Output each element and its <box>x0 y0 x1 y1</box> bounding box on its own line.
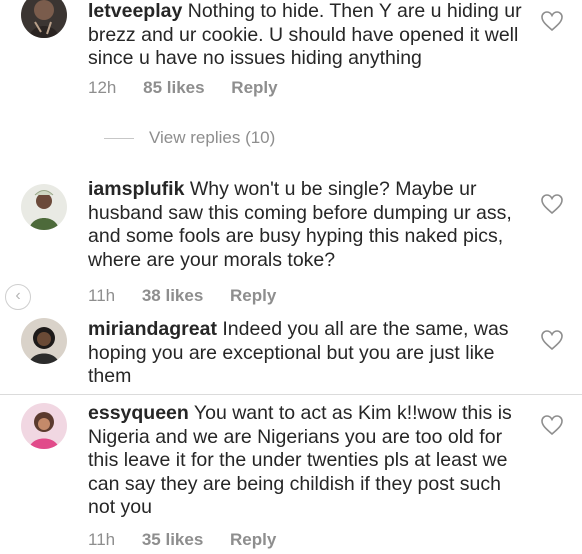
heart-outline-icon[interactable] <box>540 10 564 32</box>
comment-meta: 11h 35 likes Reply <box>88 530 276 550</box>
reply-button[interactable]: Reply <box>230 530 276 550</box>
view-replies-label: View replies (10) <box>149 128 276 147</box>
likes-count[interactable]: 85 likes <box>143 78 204 98</box>
replies-line <box>104 138 134 140</box>
avatar[interactable] <box>21 0 67 38</box>
chevron-left-icon[interactable]: ‹ <box>5 284 31 310</box>
comment-meta: 11h 38 likes Reply <box>88 286 276 306</box>
comment-body: essyqueen You want to act as Kim k!!wow … <box>88 402 528 520</box>
comment-username[interactable]: letveeplay <box>88 0 182 22</box>
comment-body: iamsplufik Why won't u be single? Maybe … <box>88 178 528 272</box>
heart-outline-icon[interactable] <box>540 414 564 436</box>
comment-username[interactable]: iamsplufik <box>88 178 184 200</box>
comment-time: 11h <box>88 530 116 549</box>
comment-time: 12h <box>88 78 117 97</box>
comment-body: miriandagreat Indeed you all are the sam… <box>88 318 528 389</box>
reply-button[interactable]: Reply <box>230 286 276 306</box>
comment-username[interactable]: essyqueen <box>88 402 189 424</box>
divider <box>0 394 582 395</box>
avatar[interactable] <box>21 184 67 230</box>
comment-body: letveeplay Nothing to hide. Then Y are u… <box>88 0 528 71</box>
heart-outline-icon[interactable] <box>540 329 564 351</box>
likes-count[interactable]: 35 likes <box>142 530 203 550</box>
avatar[interactable] <box>21 403 67 449</box>
avatar[interactable] <box>21 318 67 364</box>
likes-count[interactable]: 38 likes <box>142 286 203 306</box>
comment-username[interactable]: miriandagreat <box>88 318 217 340</box>
reply-button[interactable]: Reply <box>231 78 277 98</box>
comment-time: 11h <box>88 286 116 305</box>
heart-outline-icon[interactable] <box>540 193 564 215</box>
comment-meta: 12h 85 likes Reply <box>88 78 278 98</box>
view-replies-button[interactable]: View replies (10) <box>104 128 275 150</box>
